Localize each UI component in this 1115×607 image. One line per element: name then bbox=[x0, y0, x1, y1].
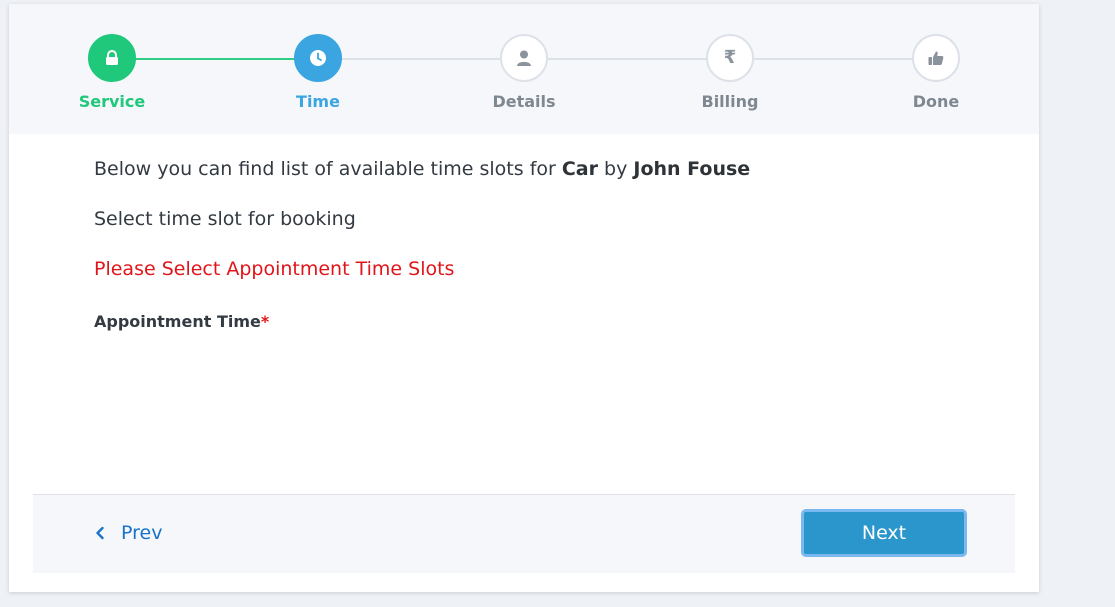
clock-icon bbox=[310, 50, 326, 66]
step-service[interactable]: Service bbox=[52, 34, 172, 111]
step-done[interactable]: Done bbox=[876, 34, 996, 111]
rupee-icon: ₹ bbox=[723, 47, 737, 68]
step-service-circle bbox=[88, 34, 136, 82]
step-billing-label: Billing bbox=[701, 92, 759, 111]
step-details-circle bbox=[500, 34, 548, 82]
service-name: Car bbox=[561, 158, 598, 180]
thumbs-up-icon bbox=[928, 51, 944, 65]
step-billing-circle: ₹ bbox=[706, 34, 754, 82]
prev-button-label: Prev bbox=[121, 522, 163, 544]
booking-card: Service Time Details ₹ Billing Done Belo… bbox=[9, 4, 1039, 592]
intro-prefix: Below you can find list of available tim… bbox=[94, 158, 562, 180]
user-icon bbox=[517, 50, 531, 66]
step-details-label: Details bbox=[492, 92, 556, 111]
booking-stepper: Service Time Details ₹ Billing Done bbox=[9, 4, 1039, 134]
wizard-footer: Prev Next bbox=[33, 494, 1015, 573]
intro-by: by bbox=[598, 158, 634, 180]
validation-error-message: Please Select Appointment Time Slots bbox=[94, 258, 455, 280]
appointment-time-label: Appointment Time* bbox=[94, 312, 269, 331]
next-button[interactable]: Next bbox=[801, 509, 967, 557]
step-details[interactable]: Details bbox=[464, 34, 584, 111]
step-service-label: Service bbox=[78, 92, 146, 111]
appointment-time-label-text: Appointment Time bbox=[94, 312, 261, 331]
prev-button[interactable]: Prev bbox=[93, 522, 162, 544]
lock-icon bbox=[106, 50, 118, 65]
step-done-circle bbox=[912, 34, 960, 82]
step-time[interactable]: Time bbox=[258, 34, 378, 111]
chevron-left-icon bbox=[96, 526, 104, 540]
booking-instruction: Select time slot for booking bbox=[94, 208, 356, 230]
step-billing[interactable]: ₹ Billing bbox=[670, 34, 790, 111]
required-marker: * bbox=[260, 312, 270, 331]
provider-name: John Fouse bbox=[633, 158, 751, 180]
step-time-circle bbox=[294, 34, 342, 82]
step-time-label: Time bbox=[296, 92, 340, 111]
step-done-label: Done bbox=[912, 92, 960, 111]
time-slot-intro: Below you can find list of available tim… bbox=[94, 158, 750, 180]
